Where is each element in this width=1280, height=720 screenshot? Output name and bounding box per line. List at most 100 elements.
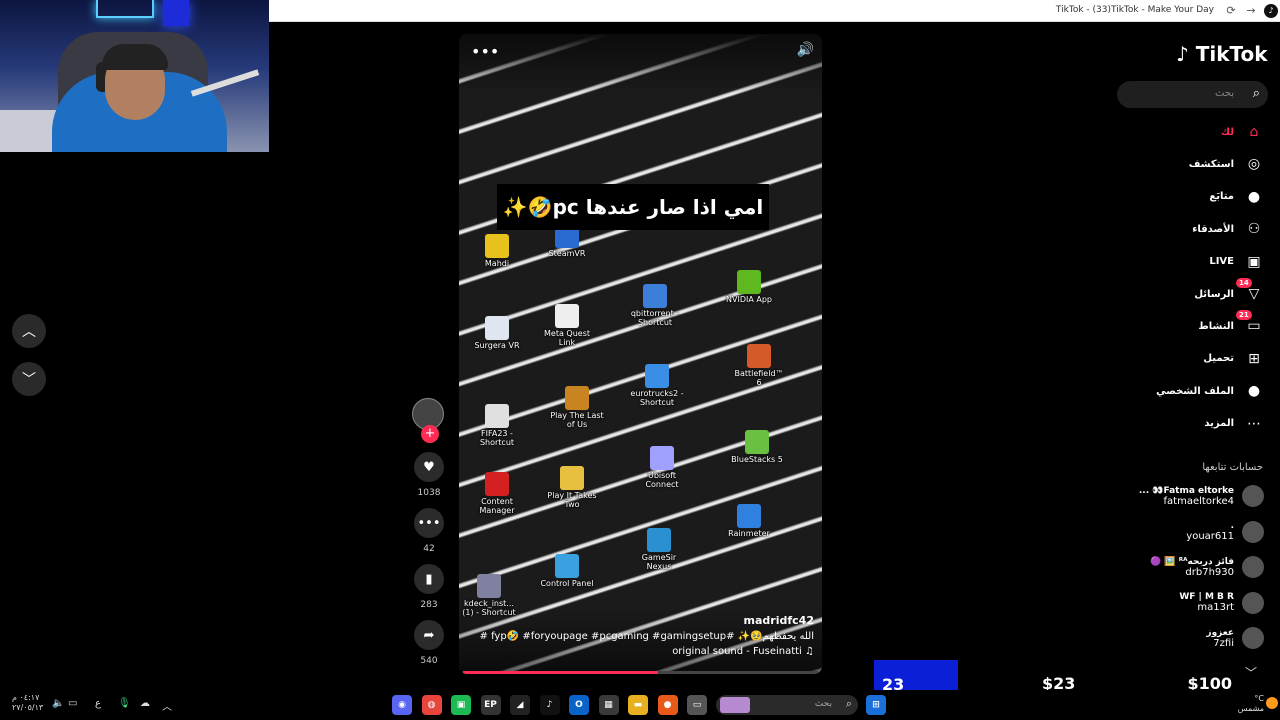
weather-widget[interactable]: °C مشمس xyxy=(1238,694,1278,714)
shortcut-label: BlueStacks 5 xyxy=(731,455,783,464)
following-account[interactable]: ععزوز 7zfii xyxy=(1206,624,1264,652)
cloud-icon[interactable]: ☁ xyxy=(140,698,150,709)
more-options-icon[interactable]: ••• xyxy=(471,42,499,61)
tiktok-icon[interactable]: ♪ xyxy=(539,695,560,715)
next-video-button[interactable]: ﹀ xyxy=(12,362,46,396)
sidebar-item[interactable]: لك ⌂ xyxy=(1221,120,1264,144)
bookmark-icon[interactable]: ▮ xyxy=(414,564,444,594)
forward-icon[interactable]: → xyxy=(1244,4,1258,18)
account-handle: drb7h930 xyxy=(1185,566,1234,578)
refresh-icon[interactable]: ⟳ xyxy=(1224,4,1238,18)
outlook-icon[interactable]: O xyxy=(569,695,589,715)
window-icon[interactable]: ▭ xyxy=(687,695,707,715)
video-progress-bar[interactable] xyxy=(463,671,818,674)
desktop-shortcut: GameSir Nexus xyxy=(631,528,687,571)
tiktok-tab-icon[interactable]: ♪ xyxy=(1264,4,1278,18)
share-action[interactable]: ➦ 540 xyxy=(412,620,446,666)
folder-icon[interactable]: ▬ xyxy=(628,695,648,715)
following-account[interactable]: 🟣 🖼️ ᴿᴬفائز دربحه drb7h930 xyxy=(1150,553,1264,581)
shortcut-icon xyxy=(745,430,769,454)
comment-action[interactable]: ••• 42 xyxy=(412,508,446,554)
search-icon[interactable]: ⌕ xyxy=(1253,86,1260,101)
desktop-shortcut: Surgera VR xyxy=(469,316,525,350)
webcam-overlay xyxy=(0,0,269,152)
discord-icon[interactable]: ◉ xyxy=(392,695,412,715)
ea-icon[interactable]: ◢ xyxy=(510,695,530,715)
save-action[interactable]: ▮ 283 xyxy=(412,564,446,610)
taskbar-clock[interactable]: ٠٤:١٧ م ٢٧/٠٥/١٣ xyxy=(12,693,43,713)
sidebar-item-label: لك xyxy=(1220,126,1234,138)
epic-icon[interactable]: EP xyxy=(480,695,501,715)
share-icon[interactable]: ➦ xyxy=(414,620,444,650)
sidebar-item[interactable]: الرسائل ▽ 14 xyxy=(1194,278,1264,306)
sound-name[interactable]: ♫ original sound - Fuseinatti xyxy=(467,646,814,657)
sidebar-item[interactable]: تحميل ⊞ xyxy=(1203,347,1264,371)
desktop-shortcut: Mahdi xyxy=(469,234,525,268)
logo-text: TikTok xyxy=(1195,42,1268,66)
orange-app-icon[interactable]: ● xyxy=(657,695,678,715)
follow-button[interactable]: + xyxy=(421,425,439,443)
avatar xyxy=(1242,591,1264,614)
desktop-shortcut: Rainmeter xyxy=(721,504,777,538)
following-avatar-icon: ● xyxy=(1247,188,1261,205)
video-player[interactable]: Mahdi SteamVR NVIDIA App qbittorrent - Shor… xyxy=(459,34,822,674)
volume-icon[interactable]: 🔈 xyxy=(52,698,64,709)
streamer-hair xyxy=(102,44,168,70)
volume-icon[interactable]: 🔊 xyxy=(797,42,814,58)
search-input[interactable]: بحث ⌕ xyxy=(1117,81,1268,108)
following-account[interactable]: WF | M B Rma13rt xyxy=(1179,589,1264,617)
app-green-icon[interactable]: ▣ xyxy=(451,695,471,715)
notification-badge: 21 xyxy=(1236,310,1252,321)
chrome-icon[interactable]: ◍ xyxy=(421,695,442,715)
shortcut-label: SteamVR xyxy=(548,249,586,258)
sidebar-item[interactable]: متابَع ● xyxy=(1209,185,1264,209)
taskbar-search[interactable]: بحث ⌕ xyxy=(716,695,858,715)
account-text: ععزوز 7zfii xyxy=(1206,628,1234,649)
shortcut-icon xyxy=(747,344,771,368)
shortcut-label: NVIDIA App xyxy=(726,295,772,304)
clock-date: ٢٧/٠٥/١٣ xyxy=(12,703,44,712)
sidebar-item[interactable]: استكشف ◎ xyxy=(1189,152,1264,176)
sidebar-item-label: المزيد xyxy=(1204,418,1234,430)
sidebar-item[interactable]: المزيد ⋯ xyxy=(1204,412,1264,436)
sidebar-item[interactable]: الأصدقاء ⚇ xyxy=(1192,217,1264,241)
video-progress-fill xyxy=(463,671,659,674)
like-action[interactable]: ♥ 1038 xyxy=(412,452,446,498)
taskbar: ٠٤:١٧ م ٢٧/٠٥/١٣ 🔈 ▭ ع 🎙 ☁ ︿ ◉ ◍ ▣ EP ◢ ♪ O ▦ ▬ ●… xyxy=(0,690,1280,720)
messages-icon: ▽ 14 xyxy=(1236,278,1264,304)
avatar xyxy=(1242,556,1264,578)
profile-icon: ● xyxy=(1247,383,1261,400)
network-icon[interactable]: ▭ xyxy=(68,698,77,709)
action-rail: + ♥ 1038 ••• 42 ▮ 283 ➦ 540 xyxy=(412,398,446,666)
language-indicator[interactable]: ع xyxy=(95,698,101,709)
video-meta: madridfc42 الله يحفظهم🥹✨ #fyp🤣 #foryoupa… xyxy=(459,608,822,674)
chevron-down-icon[interactable]: ﹀ xyxy=(1245,664,1257,681)
chevron-up-icon[interactable]: ︿ xyxy=(162,698,172,713)
desktop-shortcut: Control Panel xyxy=(539,554,595,588)
desktop-shortcut: Content Manager xyxy=(469,472,525,515)
compass-icon: ◎ xyxy=(1247,156,1261,173)
sidebar-item[interactable]: النشاط ▭ 21 xyxy=(1198,310,1264,338)
tiktok-logo[interactable]: ♪ TikTok xyxy=(1176,42,1268,66)
shortcut-label: Meta Quest Link xyxy=(544,329,590,347)
desktop-shortcut: Battlefield™ 6 xyxy=(731,344,787,387)
desktop-shortcut: Play It Takes Two xyxy=(544,466,600,509)
following-account[interactable]: . youar611 xyxy=(1186,518,1264,546)
shelf xyxy=(0,110,60,152)
following-account[interactable]: ... 👀Fatma eltorke fatmaeltorke4 xyxy=(1139,482,1264,510)
heart-icon[interactable]: ♥ xyxy=(414,452,444,482)
store-icon[interactable]: ▦ xyxy=(598,695,619,715)
windows-start-icon[interactable]: ⊞ xyxy=(866,695,886,715)
video-author[interactable]: madridfc42 xyxy=(467,614,814,627)
previous-video-button[interactable]: ︿ xyxy=(12,314,46,348)
sidebar-item[interactable]: LIVE ▣ xyxy=(1209,250,1264,274)
sidebar-item[interactable]: الملف الشخصي ● xyxy=(1156,379,1264,403)
comment-icon[interactable]: ••• xyxy=(414,508,444,538)
mic-icon[interactable]: 🎙 xyxy=(118,698,131,709)
save-count: 283 xyxy=(420,600,438,610)
notification-badge: 14 xyxy=(1236,278,1252,288)
neon-light xyxy=(163,0,189,26)
account-name: ععزوز xyxy=(1206,627,1234,638)
shortcut-label: GameSir Nexus xyxy=(641,553,677,571)
creator-avatar[interactable]: + xyxy=(412,398,444,443)
